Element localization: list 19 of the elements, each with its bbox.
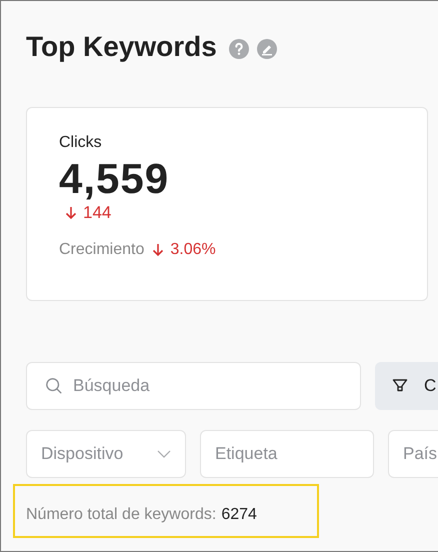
- filter-field[interactable]: Etiqueta: [200, 430, 374, 478]
- filter-icon: [392, 378, 408, 394]
- filter-field[interactable]: País: [388, 430, 438, 478]
- metric-value: 4,559: [59, 156, 170, 202]
- down-arrow-icon: [65, 206, 77, 220]
- device-dropdown[interactable]: Dispositivo: [26, 430, 186, 478]
- metric-label: Clicks: [59, 134, 103, 152]
- down-arrow-icon: [152, 243, 164, 257]
- chevron-down-icon: [157, 450, 171, 458]
- search-field[interactable]: Búsqueda: [26, 362, 361, 410]
- page-title: Top Keywords: [26, 31, 217, 63]
- columns-button[interactable]: C: [375, 362, 438, 410]
- growth-label: Crecimiento: [59, 241, 144, 259]
- edit-icon[interactable]: [256, 39, 277, 59]
- growth-value: 3.06%: [170, 241, 216, 259]
- total-keywords-label: Número total de keywords:: [26, 506, 216, 524]
- help-icon[interactable]: [228, 39, 249, 59]
- total-keywords-value: 6274: [221, 506, 257, 524]
- change-value: 144: [83, 203, 112, 223]
